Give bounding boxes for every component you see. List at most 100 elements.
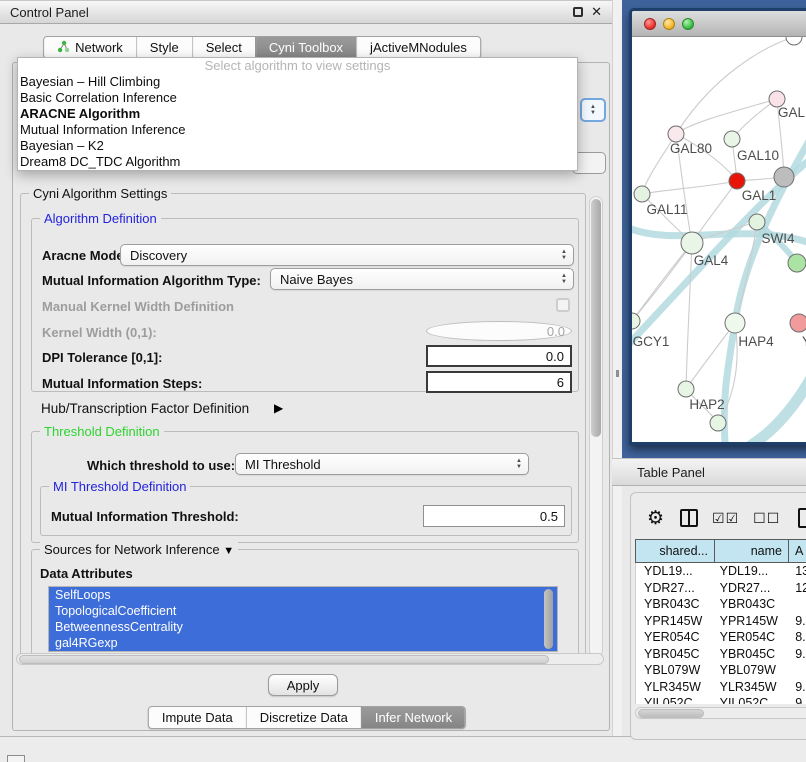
settings-scrollbar-thumb[interactable] <box>591 199 601 437</box>
zoom-traffic-light-icon[interactable] <box>682 18 694 30</box>
bottom-tabbar: Impute Data Discretize Data Infer Networ… <box>148 706 466 729</box>
network-node[interactable] <box>786 37 802 45</box>
tab-style[interactable]: Style <box>136 37 192 58</box>
splitter-handle-icon[interactable] <box>616 370 619 377</box>
bottom-strip <box>0 737 806 762</box>
table-row[interactable]: YPR145WYPR145W9. <box>636 613 806 630</box>
spinner-icon: ▲▼ <box>516 458 522 471</box>
table-row[interactable]: YBR043CYBR043C <box>636 596 806 613</box>
panel-splitter[interactable] <box>612 0 622 736</box>
inference-algorithm-combo-fragment[interactable]: ▲▼ <box>580 98 606 122</box>
tab-select[interactable]: Select <box>192 37 255 58</box>
network-node[interactable] <box>788 254 806 272</box>
aracne-mode-combo[interactable]: Discovery ▲▼ <box>120 244 574 266</box>
spinner-icon: ▲▼ <box>590 104 596 117</box>
mi-steps-field[interactable]: 6 <box>426 371 572 393</box>
deselect-all-icon[interactable]: ☐☐ <box>753 510 780 527</box>
table-panel: ⚙ ☑☑ ☐☐ shared... name A YDL19...YDL19..… <box>630 492 806 740</box>
apply-button[interactable]: Apply <box>268 674 338 696</box>
column-header[interactable]: shared... <box>635 539 715 563</box>
tab-infer-network[interactable]: Infer Network <box>361 707 465 728</box>
sources-expand-icon[interactable]: ▼ <box>223 545 234 557</box>
algorithm-dropdown-popup: Select algorithm to view settings Bayesi… <box>17 57 578 171</box>
algorithm-option[interactable]: Bayesian – K2 <box>18 138 577 154</box>
close-icon[interactable]: ✕ <box>591 7 602 17</box>
attributes-list-scrollbar[interactable] <box>544 589 553 649</box>
mi-threshold-field[interactable]: 0.5 <box>423 505 565 527</box>
dpi-tolerance-field[interactable]: 0.0 <box>426 345 572 367</box>
network-node[interactable] <box>710 415 726 431</box>
algorithm-option[interactable]: Mutual Information Inference <box>18 122 577 138</box>
network-node[interactable] <box>790 314 806 332</box>
network-node[interactable] <box>634 186 650 202</box>
sources-group: Sources for Network Inference ▼ Data Att… <box>31 549 579 657</box>
which-threshold-combo[interactable]: MI Threshold ▲▼ <box>235 453 529 475</box>
kernel-width-field[interactable]: 0.0 <box>426 321 572 341</box>
table-row[interactable]: YIL052CYIL052C9. <box>636 695 806 704</box>
data-attribute-item[interactable]: BetweennessCentrality <box>49 619 557 635</box>
select-all-icon[interactable]: ☑☑ <box>712 510 739 527</box>
table-row[interactable]: YDR27...YDR27...12 <box>636 580 806 597</box>
export-table-icon[interactable] <box>798 508 806 528</box>
table-hscrollbar-thumb[interactable] <box>638 709 704 718</box>
network-view-window[interactable]: GALGAL80GAL10GAL1GAL11SWI4GAL4GCY1HAP4YH… <box>629 8 806 445</box>
data-attributes-list[interactable]: SelfLoopsTopologicalCoefficientBetweenne… <box>48 586 558 652</box>
settings-hscrollbar[interactable] <box>16 653 604 665</box>
hub-collapse-icon[interactable]: ▶ <box>274 401 283 415</box>
network-node[interactable] <box>774 167 794 187</box>
dpi-tolerance-label: DPI Tolerance [0,1]: <box>42 350 162 365</box>
network-node[interactable] <box>724 131 740 147</box>
manual-kernel-checkbox[interactable] <box>556 298 570 312</box>
tab-network[interactable]: Network <box>44 37 136 58</box>
close-traffic-light-icon[interactable] <box>644 18 656 30</box>
algorithm-option[interactable]: Dream8 DC_TDC Algorithm <box>18 154 577 170</box>
spinner-icon: ▲▼ <box>561 273 567 286</box>
table-cell: 9. <box>789 679 806 696</box>
table-hscrollbar[interactable] <box>635 707 806 719</box>
network-node-label: GCY1 <box>633 334 670 349</box>
table-row[interactable]: YER054CYER054C8. <box>636 629 806 646</box>
algorithm-option[interactable]: ARACNE Algorithm <box>18 106 577 122</box>
algorithm-option[interactable]: Basic Correlation Inference <box>18 90 577 106</box>
column-header[interactable]: A <box>789 539 806 563</box>
mi-type-combo[interactable]: Naive Bayes ▲▼ <box>270 268 574 290</box>
network-window-titlebar[interactable] <box>632 11 806 37</box>
data-attribute-item[interactable]: TopologicalCoefficient <box>49 603 557 619</box>
tab-discretize-data[interactable]: Discretize Data <box>246 707 361 728</box>
hub-definition-label: Hub/Transcription Factor Definition <box>41 401 249 416</box>
table-row[interactable]: YDL19...YDL19...13 <box>636 563 806 580</box>
table-row[interactable]: YBR045CYBR045C9. <box>636 646 806 663</box>
table-header-row: shared... name A <box>635 539 806 563</box>
tab-impute-data[interactable]: Impute Data <box>149 707 246 728</box>
network-node[interactable] <box>729 173 745 189</box>
gear-icon[interactable]: ⚙ <box>647 507 664 530</box>
panel-corner-icon[interactable] <box>7 755 25 762</box>
column-header[interactable]: name <box>715 539 789 563</box>
network-node-label: SWI4 <box>761 231 794 246</box>
network-node[interactable] <box>678 381 694 397</box>
table-cell: YBR043C <box>716 596 790 613</box>
network-node[interactable] <box>668 126 684 142</box>
settings-scrollbar[interactable] <box>589 196 603 657</box>
network-node[interactable] <box>632 313 640 329</box>
mi-steps-label: Mutual Information Steps: <box>42 376 202 391</box>
minimize-traffic-light-icon[interactable] <box>663 18 675 30</box>
table-cell: YBL079W <box>636 662 716 679</box>
algorithm-definition-title: Algorithm Definition <box>40 211 161 226</box>
network-node[interactable] <box>681 232 703 254</box>
algorithm-option[interactable]: Bayesian – Hill Climbing <box>18 74 577 90</box>
network-node[interactable] <box>749 214 765 230</box>
table-row[interactable]: YBL079WYBL079W <box>636 662 806 679</box>
network-canvas[interactable]: GALGAL80GAL10GAL1GAL11SWI4GAL4GCY1HAP4YH… <box>632 37 806 442</box>
network-node[interactable] <box>725 313 745 333</box>
tab-cyni-toolbox[interactable]: Cyni Toolbox <box>255 37 356 58</box>
tab-jactivemnodules[interactable]: jActiveMNodules <box>356 37 480 58</box>
threshold-definition-group: Threshold Definition Which threshold to … <box>31 431 579 543</box>
data-attribute-item[interactable]: SelfLoops <box>49 587 557 603</box>
table-row[interactable]: YLR345WYLR345W9. <box>636 679 806 696</box>
settings-hscrollbar-thumb[interactable] <box>19 655 549 664</box>
network-node-label: GAL <box>778 105 806 120</box>
column-layout-icon[interactable] <box>680 509 698 527</box>
data-attribute-item[interactable]: gal4RGexp <box>49 635 557 651</box>
float-window-icon[interactable] <box>573 7 583 17</box>
